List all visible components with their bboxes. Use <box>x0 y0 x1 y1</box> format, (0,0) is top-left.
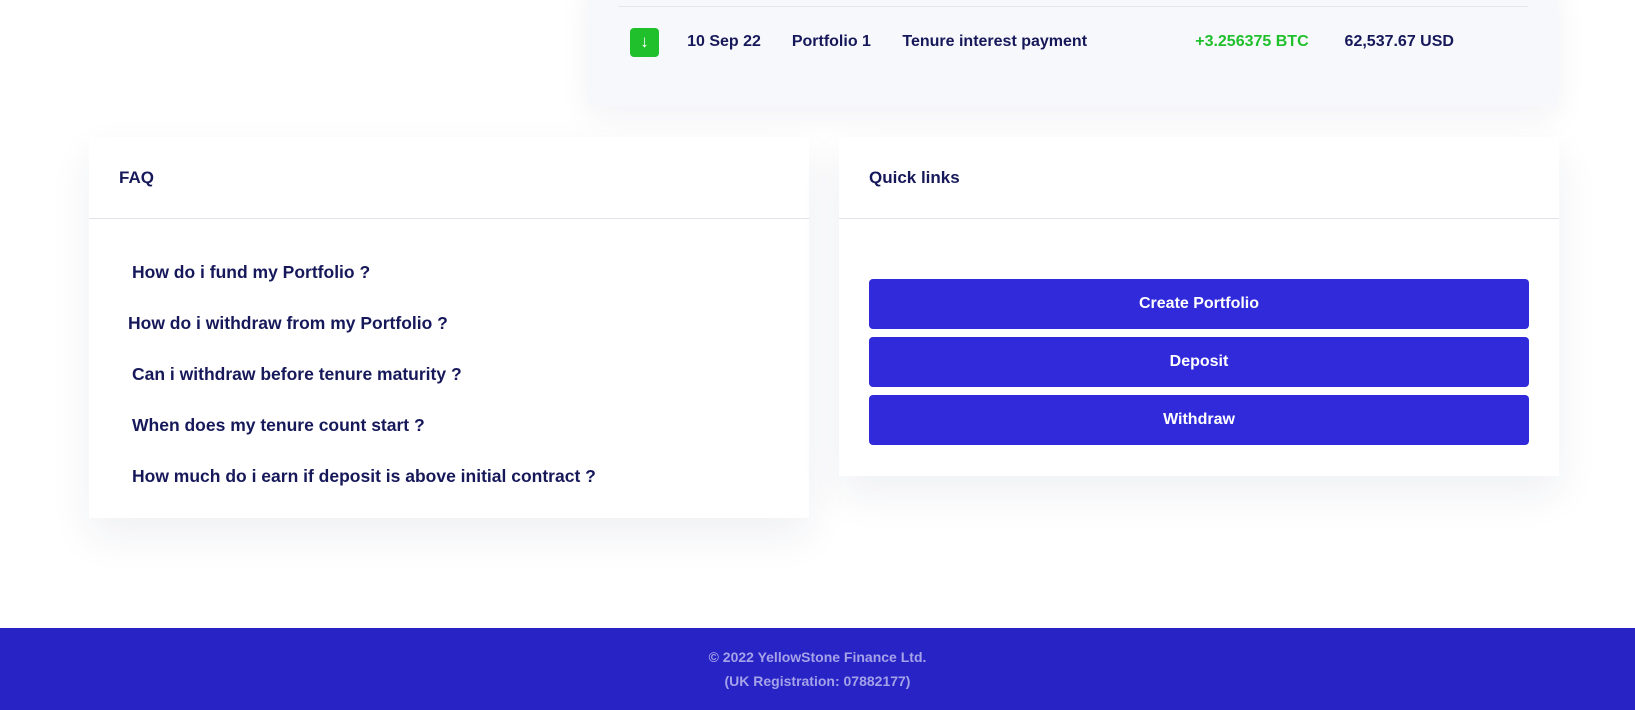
transactions-divider <box>618 6 1528 7</box>
faq-item-earn-above-contract[interactable]: How much do i earn if deposit is above i… <box>89 451 809 502</box>
faq-item-withdraw-before-maturity[interactable]: Can i withdraw before tenure maturity ? <box>89 349 809 400</box>
transactions-card: ↓ 10 Sep 22 Portfolio 1 Tenure interest … <box>588 0 1558 106</box>
quick-links-title: Quick links <box>839 137 1559 219</box>
faq-item-tenure-start[interactable]: When does my tenure count start ? <box>89 400 809 451</box>
faq-item-withdraw-portfolio[interactable]: How do i withdraw from my Portfolio ? <box>89 298 809 349</box>
transaction-amount: +3.256375 BTC <box>1195 33 1309 50</box>
withdraw-button[interactable]: Withdraw <box>869 395 1529 445</box>
footer-registration: (UK Registration: 07882177) <box>724 673 911 689</box>
faq-card: FAQ How do i fund my Portfolio ? How do … <box>89 137 809 518</box>
arrow-down-icon: ↓ <box>630 27 660 57</box>
deposit-button[interactable]: Deposit <box>869 337 1529 387</box>
create-portfolio-button[interactable]: Create Portfolio <box>869 279 1529 329</box>
transaction-description: Tenure interest payment <box>902 33 1088 50</box>
footer: © 2022 YellowStone Finance Ltd. (UK Regi… <box>0 628 1635 710</box>
faq-list: How do i fund my Portfolio ? How do i wi… <box>89 219 809 502</box>
footer-copyright: © 2022 YellowStone Finance Ltd. <box>708 649 927 665</box>
transaction-usd-value: 62,537.67 USD <box>1344 33 1454 50</box>
quick-links-card: Quick links Create Portfolio Deposit Wit… <box>839 137 1559 476</box>
faq-item-fund-portfolio[interactable]: How do i fund my Portfolio ? <box>89 247 809 298</box>
transaction-portfolio: Portfolio 1 <box>791 33 871 50</box>
quick-links-body: Create Portfolio Deposit Withdraw <box>839 219 1559 445</box>
faq-title: FAQ <box>89 137 809 219</box>
transaction-date: 10 Sep 22 <box>687 33 761 50</box>
transaction-row[interactable]: ↓ 10 Sep 22 Portfolio 1 Tenure interest … <box>630 27 1490 57</box>
page: ↓ 10 Sep 22 Portfolio 1 Tenure interest … <box>0 0 1635 710</box>
